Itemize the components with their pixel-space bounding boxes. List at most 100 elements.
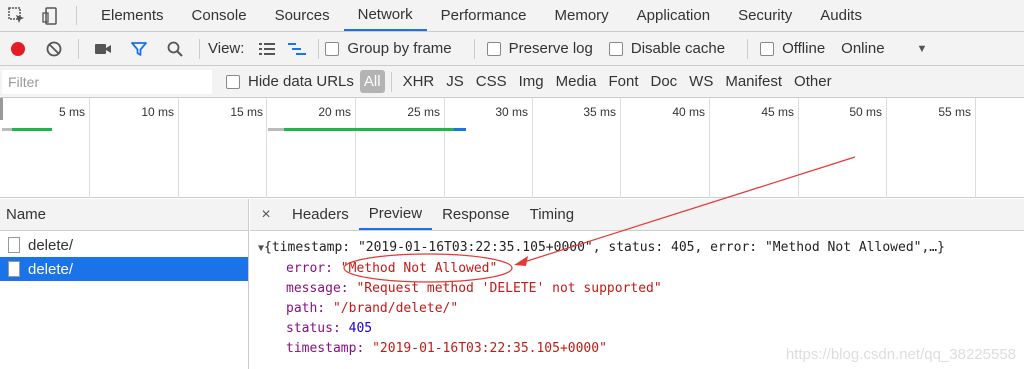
- hide-data-urls-checkbox[interactable]: Hide data URLs: [226, 73, 354, 90]
- grid-line: [444, 98, 445, 198]
- show-overview-button[interactable]: [282, 32, 312, 66]
- request-bar-waiting: [268, 128, 284, 131]
- json-row-status: status: 405: [258, 319, 1024, 339]
- json-key: status:: [286, 321, 341, 336]
- filter-type-js[interactable]: JS: [441, 73, 469, 90]
- tab-audits[interactable]: Audits: [806, 0, 876, 31]
- tab-console[interactable]: Console: [178, 0, 261, 31]
- devtools-tabbar: Elements Console Sources Network Perform…: [0, 0, 1024, 32]
- capture-screenshots-button[interactable]: [85, 32, 121, 66]
- grid-line: [620, 98, 621, 198]
- filter-type-doc[interactable]: Doc: [645, 73, 682, 90]
- request-bar-receiving: [454, 128, 466, 131]
- filter-bar: Hide data URLs All XHR JS CSS Img Media …: [0, 66, 1024, 98]
- checkbox-box[interactable]: [760, 41, 775, 56]
- clear-button[interactable]: [36, 32, 72, 66]
- name-column-header[interactable]: Name: [0, 199, 248, 231]
- request-name: delete/: [28, 236, 74, 254]
- throttling-select[interactable]: Online ▼: [841, 40, 927, 57]
- request-detail: × Headers Preview Response Timing ▼{time…: [250, 199, 1024, 369]
- filter-type-manifest[interactable]: Manifest: [720, 73, 787, 90]
- disable-cache-label: Disable cache: [630, 40, 726, 57]
- document-icon: [8, 261, 20, 277]
- json-row-message: message: "Request method 'DELETE' not su…: [258, 279, 1024, 299]
- tab-sources[interactable]: Sources: [261, 0, 344, 31]
- tab-security[interactable]: Security: [724, 0, 806, 31]
- time-tick: 35 ms: [583, 105, 616, 119]
- checkbox-box[interactable]: [226, 74, 240, 89]
- filter-input[interactable]: [2, 69, 212, 94]
- view-label: View:: [208, 40, 245, 57]
- group-by-frame-checkbox[interactable]: Group by frame: [325, 40, 452, 57]
- json-summary-line[interactable]: ▼{timestamp: "2019-01-16T03:22:35.105+00…: [258, 238, 1024, 259]
- tab-headers[interactable]: Headers: [282, 199, 359, 230]
- record-icon: [11, 41, 25, 56]
- toolbar-separator: [199, 38, 200, 59]
- filter-icon: [131, 41, 147, 56]
- time-tick: 10 ms: [141, 105, 174, 119]
- checkbox-box[interactable]: [325, 41, 340, 56]
- overview-left-handle[interactable]: [0, 98, 3, 120]
- filter-type-font[interactable]: Font: [603, 73, 643, 90]
- json-key: message:: [286, 281, 349, 296]
- time-tick: 45 ms: [761, 105, 794, 119]
- offline-checkbox[interactable]: Offline: [760, 40, 825, 57]
- large-rows-button[interactable]: [252, 32, 282, 66]
- disable-cache-checkbox[interactable]: Disable cache: [608, 40, 726, 57]
- filter-type-media[interactable]: Media: [551, 73, 602, 90]
- request-bar-download: [12, 128, 52, 131]
- filter-type-ws[interactable]: WS: [684, 73, 718, 90]
- checkbox-box[interactable]: [486, 41, 501, 56]
- watermark: https://blog.csdn.net/qq_38225558: [785, 346, 1016, 363]
- json-preview: ▼{timestamp: "2019-01-16T03:22:35.105+00…: [250, 231, 1024, 359]
- tab-preview[interactable]: Preview: [358, 199, 433, 230]
- filter-type-all[interactable]: All: [359, 70, 385, 93]
- tab-memory[interactable]: Memory: [541, 0, 623, 31]
- tab-network[interactable]: Network: [343, 0, 427, 31]
- request-name: delete/: [28, 260, 74, 278]
- network-overview-timeline[interactable]: 5 ms 10 ms 15 ms 20 ms 25 ms 30 ms 35 ms…: [0, 98, 1024, 198]
- toolbar-separator: [318, 38, 320, 59]
- request-list: Name delete/ delete/: [0, 199, 249, 369]
- json-key: timestamp:: [286, 341, 365, 356]
- json-value: 405: [348, 321, 373, 336]
- search-button[interactable]: [157, 32, 193, 66]
- close-icon[interactable]: ×: [250, 199, 282, 230]
- device-toolbar-icon[interactable]: [34, 0, 68, 31]
- json-row-path: path: "/brand/delete/": [258, 299, 1024, 319]
- toolbar-separator: [473, 38, 475, 59]
- json-key: path:: [286, 301, 326, 316]
- json-value: "/brand/delete/": [332, 301, 459, 316]
- record-button[interactable]: [0, 32, 36, 66]
- request-bar-download: [284, 128, 454, 131]
- tab-application[interactable]: Application: [623, 0, 724, 31]
- preserve-log-checkbox[interactable]: Preserve log: [486, 40, 593, 57]
- request-row[interactable]: delete/: [0, 233, 248, 257]
- request-bar-waiting: [2, 128, 12, 131]
- search-icon: [167, 41, 183, 57]
- filter-type-img[interactable]: Img: [514, 73, 549, 90]
- video-camera-icon: [95, 43, 111, 54]
- filter-type-other[interactable]: Other: [789, 73, 837, 90]
- toolbar-separator: [78, 38, 79, 59]
- detail-tabbar: × Headers Preview Response Timing: [250, 199, 1024, 231]
- tab-performance[interactable]: Performance: [427, 0, 541, 31]
- json-value: "2019-01-16T03:22:35.105+0000": [372, 341, 607, 356]
- grid-line: [532, 98, 533, 198]
- filter-type-css[interactable]: CSS: [471, 73, 512, 90]
- checkbox-box[interactable]: [608, 41, 623, 56]
- filter-type-xhr[interactable]: XHR: [398, 73, 440, 90]
- list-icon: [259, 42, 276, 55]
- grid-line: [709, 98, 710, 198]
- tab-response[interactable]: Response: [432, 199, 520, 230]
- filter-toggle-button[interactable]: [121, 32, 157, 66]
- tab-elements[interactable]: Elements: [87, 0, 178, 31]
- grid-line: [266, 98, 267, 198]
- tabbar-separator: [76, 6, 77, 25]
- inspect-element-icon[interactable]: [0, 0, 34, 31]
- json-row-error: error: "Method Not Allowed": [258, 259, 1024, 279]
- grid-line: [178, 98, 179, 198]
- request-row-selected[interactable]: delete/: [0, 257, 248, 281]
- tab-timing[interactable]: Timing: [520, 199, 584, 230]
- time-tick: 30 ms: [495, 105, 528, 119]
